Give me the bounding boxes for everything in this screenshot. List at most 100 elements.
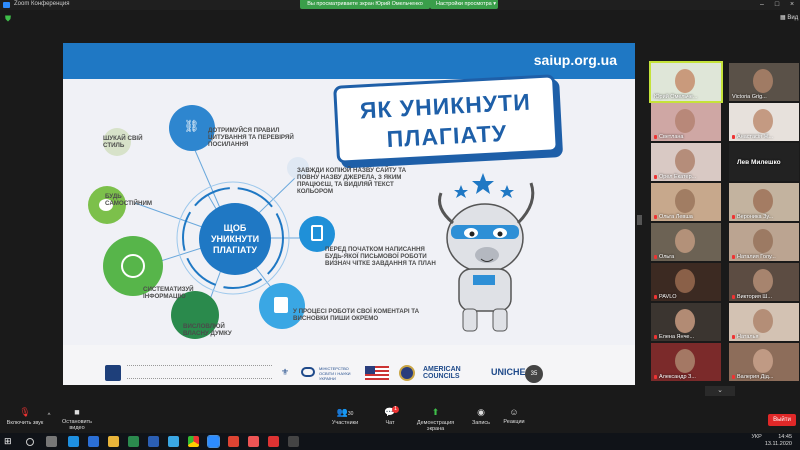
disclaimer-text-block: [127, 365, 272, 379]
participants-gallery: Юрий Омельче... Victoria Grig... Светлана А…: [648, 60, 800, 385]
unmute-button[interactable]: 🎙 Включить звук: [4, 407, 46, 426]
participant-name: Лев Милешко: [737, 159, 781, 166]
leave-button[interactable]: Выйти: [768, 414, 796, 426]
participant-name: Ольга Левша: [659, 214, 693, 220]
tip-style: ШУКАЙ СВІЙ СТИЛЬ: [103, 135, 143, 149]
reactions-label: Реакции: [503, 419, 525, 425]
muted-mic-icon: [732, 375, 735, 379]
chat-label: Чат: [385, 420, 395, 426]
chrome-icon[interactable]: [188, 436, 199, 447]
participant-name: Ольга: [659, 254, 675, 260]
powerpoint-icon[interactable]: [268, 436, 279, 447]
audio-options-chevron-icon[interactable]: ^: [46, 413, 52, 419]
app-icon-dark[interactable]: [288, 436, 299, 447]
participant-video: [675, 229, 695, 253]
participant-tile[interactable]: Victoria Grig...: [729, 63, 799, 101]
pdf-reader-icon[interactable]: [228, 436, 239, 447]
view-label: Вид: [787, 15, 799, 21]
participant-video: [753, 229, 773, 253]
app-icon-red[interactable]: [248, 436, 259, 447]
american-councils-logo: AMERICAN COUNCILS: [423, 366, 461, 380]
participant-name: Орел Екатер...: [659, 174, 697, 180]
security-shield-icon[interactable]: ⛊: [5, 14, 11, 24]
stop-video-label: Остановить видео: [61, 419, 93, 431]
participants-button[interactable]: 👥30 Участники: [330, 407, 360, 426]
participant-tile[interactable]: Юрий Омельче...: [649, 61, 723, 103]
participant-tile[interactable]: Светлана: [651, 103, 721, 141]
meeting-toolbar: 🎙 Включить звук ^ ■ Остановить видео 👥30 Уч…: [0, 406, 800, 433]
participant-tile[interactable]: Виктория Ш...: [729, 263, 799, 301]
gallery-scroll-down-icon[interactable]: ⌄: [705, 386, 735, 396]
minimize-icon[interactable]: –: [756, 0, 768, 10]
window-title-bar: Zoom Конференция Вы просматриваете экран…: [0, 0, 800, 10]
view-options-button[interactable]: Настройки просмотра ▾: [430, 0, 498, 9]
participant-tile[interactable]: Анастасія Ж...: [729, 103, 799, 141]
zoom-taskbar-icon[interactable]: [207, 435, 220, 448]
goat-mascot-illustration: [438, 173, 535, 332]
windows-start-icon[interactable]: ⊞: [4, 436, 15, 447]
share-screen-button[interactable]: ⬆ Демонстрация экрана: [408, 407, 463, 432]
excel-icon[interactable]: [128, 436, 139, 447]
participant-tile[interactable]: Ольга: [651, 223, 721, 261]
participant-tile[interactable]: Ольга Левша: [651, 183, 721, 221]
telegram-icon[interactable]: [168, 436, 179, 447]
participant-tile[interactable]: Валерия Дід...: [729, 343, 799, 381]
participants-label: Участники: [331, 420, 359, 426]
participant-video: [753, 309, 773, 333]
muted-mic-icon: [654, 295, 657, 299]
participant-video: [675, 349, 695, 373]
clock-date: 13.11.2020: [764, 441, 792, 447]
reactions-icon: ☺: [509, 407, 519, 417]
share-screen-label: Демонстрация экрана: [416, 420, 455, 432]
participant-tile[interactable]: Лев Милешко: [729, 143, 799, 181]
chart-line-icon: [121, 254, 145, 278]
participants-icon: 👥30: [336, 407, 354, 417]
participant-tile[interactable]: Наталья: [729, 303, 799, 341]
share-screen-icon: ⬆: [431, 407, 440, 417]
clock-time: 14:45: [778, 434, 792, 440]
muted-mic-icon: [732, 295, 735, 299]
participant-name: Юрий Омельче...: [654, 94, 698, 100]
muted-mic-icon: 🎙: [19, 407, 31, 417]
store-icon[interactable]: [88, 436, 99, 447]
unmute-label: Включить звук: [6, 420, 44, 426]
participant-tile[interactable]: Наталия Голу...: [729, 223, 799, 261]
muted-mic-icon: [654, 175, 657, 179]
search-icon[interactable]: [26, 438, 34, 446]
participant-name: Александр З...: [659, 374, 696, 380]
word-icon[interactable]: [148, 436, 159, 447]
chat-button[interactable]: 💬 Чат 1: [380, 406, 400, 426]
center-bubble: ЩОБ УНИКНУТИ ПЛАГІАТУ: [199, 203, 271, 275]
edge-browser-icon[interactable]: [68, 436, 79, 447]
share-banner: Вы просматриваете экран Юрий Омельченко: [300, 0, 430, 9]
participant-name: Виктория Ш...: [737, 294, 772, 300]
panel-resize-handle[interactable]: [637, 215, 642, 225]
file-explorer-icon[interactable]: [108, 436, 119, 447]
participant-video: [675, 269, 695, 293]
close-icon[interactable]: ×: [786, 0, 798, 10]
participant-tile[interactable]: Елена Янче...: [651, 303, 721, 341]
participant-name: Victoria Grig...: [732, 94, 767, 100]
participant-tile[interactable]: Орел Екатер...: [651, 143, 721, 181]
participant-video: [675, 109, 695, 133]
participant-name: Елена Янче...: [659, 334, 695, 340]
system-tray[interactable]: УКР 14:45 13.11.2020: [751, 434, 792, 448]
maximize-icon[interactable]: □: [771, 0, 783, 10]
tip-systematize: СИСТЕМАТИЗУЙ ІНФОРМАЦІЮ: [143, 286, 194, 300]
reactions-button[interactable]: ☺ Реакции: [500, 407, 528, 425]
muted-mic-icon: [654, 255, 657, 259]
participant-tile[interactable]: PAVLO: [651, 263, 721, 301]
participant-video: [753, 69, 773, 93]
flag-canton: [365, 366, 375, 374]
participant-video: [675, 309, 695, 333]
us-flag-logo: [365, 366, 389, 380]
participant-name: Анастасія Ж...: [737, 134, 774, 140]
view-button[interactable]: ▦ Вид: [780, 14, 798, 21]
record-button[interactable]: ◉ Запись: [470, 407, 492, 426]
task-view-icon[interactable]: [46, 436, 57, 447]
muted-mic-icon: [732, 335, 735, 339]
ministry-logo: [301, 367, 315, 377]
participant-tile[interactable]: Александр З...: [651, 343, 721, 381]
stop-video-button[interactable]: ■ Остановить видео: [54, 407, 100, 431]
participant-tile[interactable]: Вероника Зу...: [729, 183, 799, 221]
